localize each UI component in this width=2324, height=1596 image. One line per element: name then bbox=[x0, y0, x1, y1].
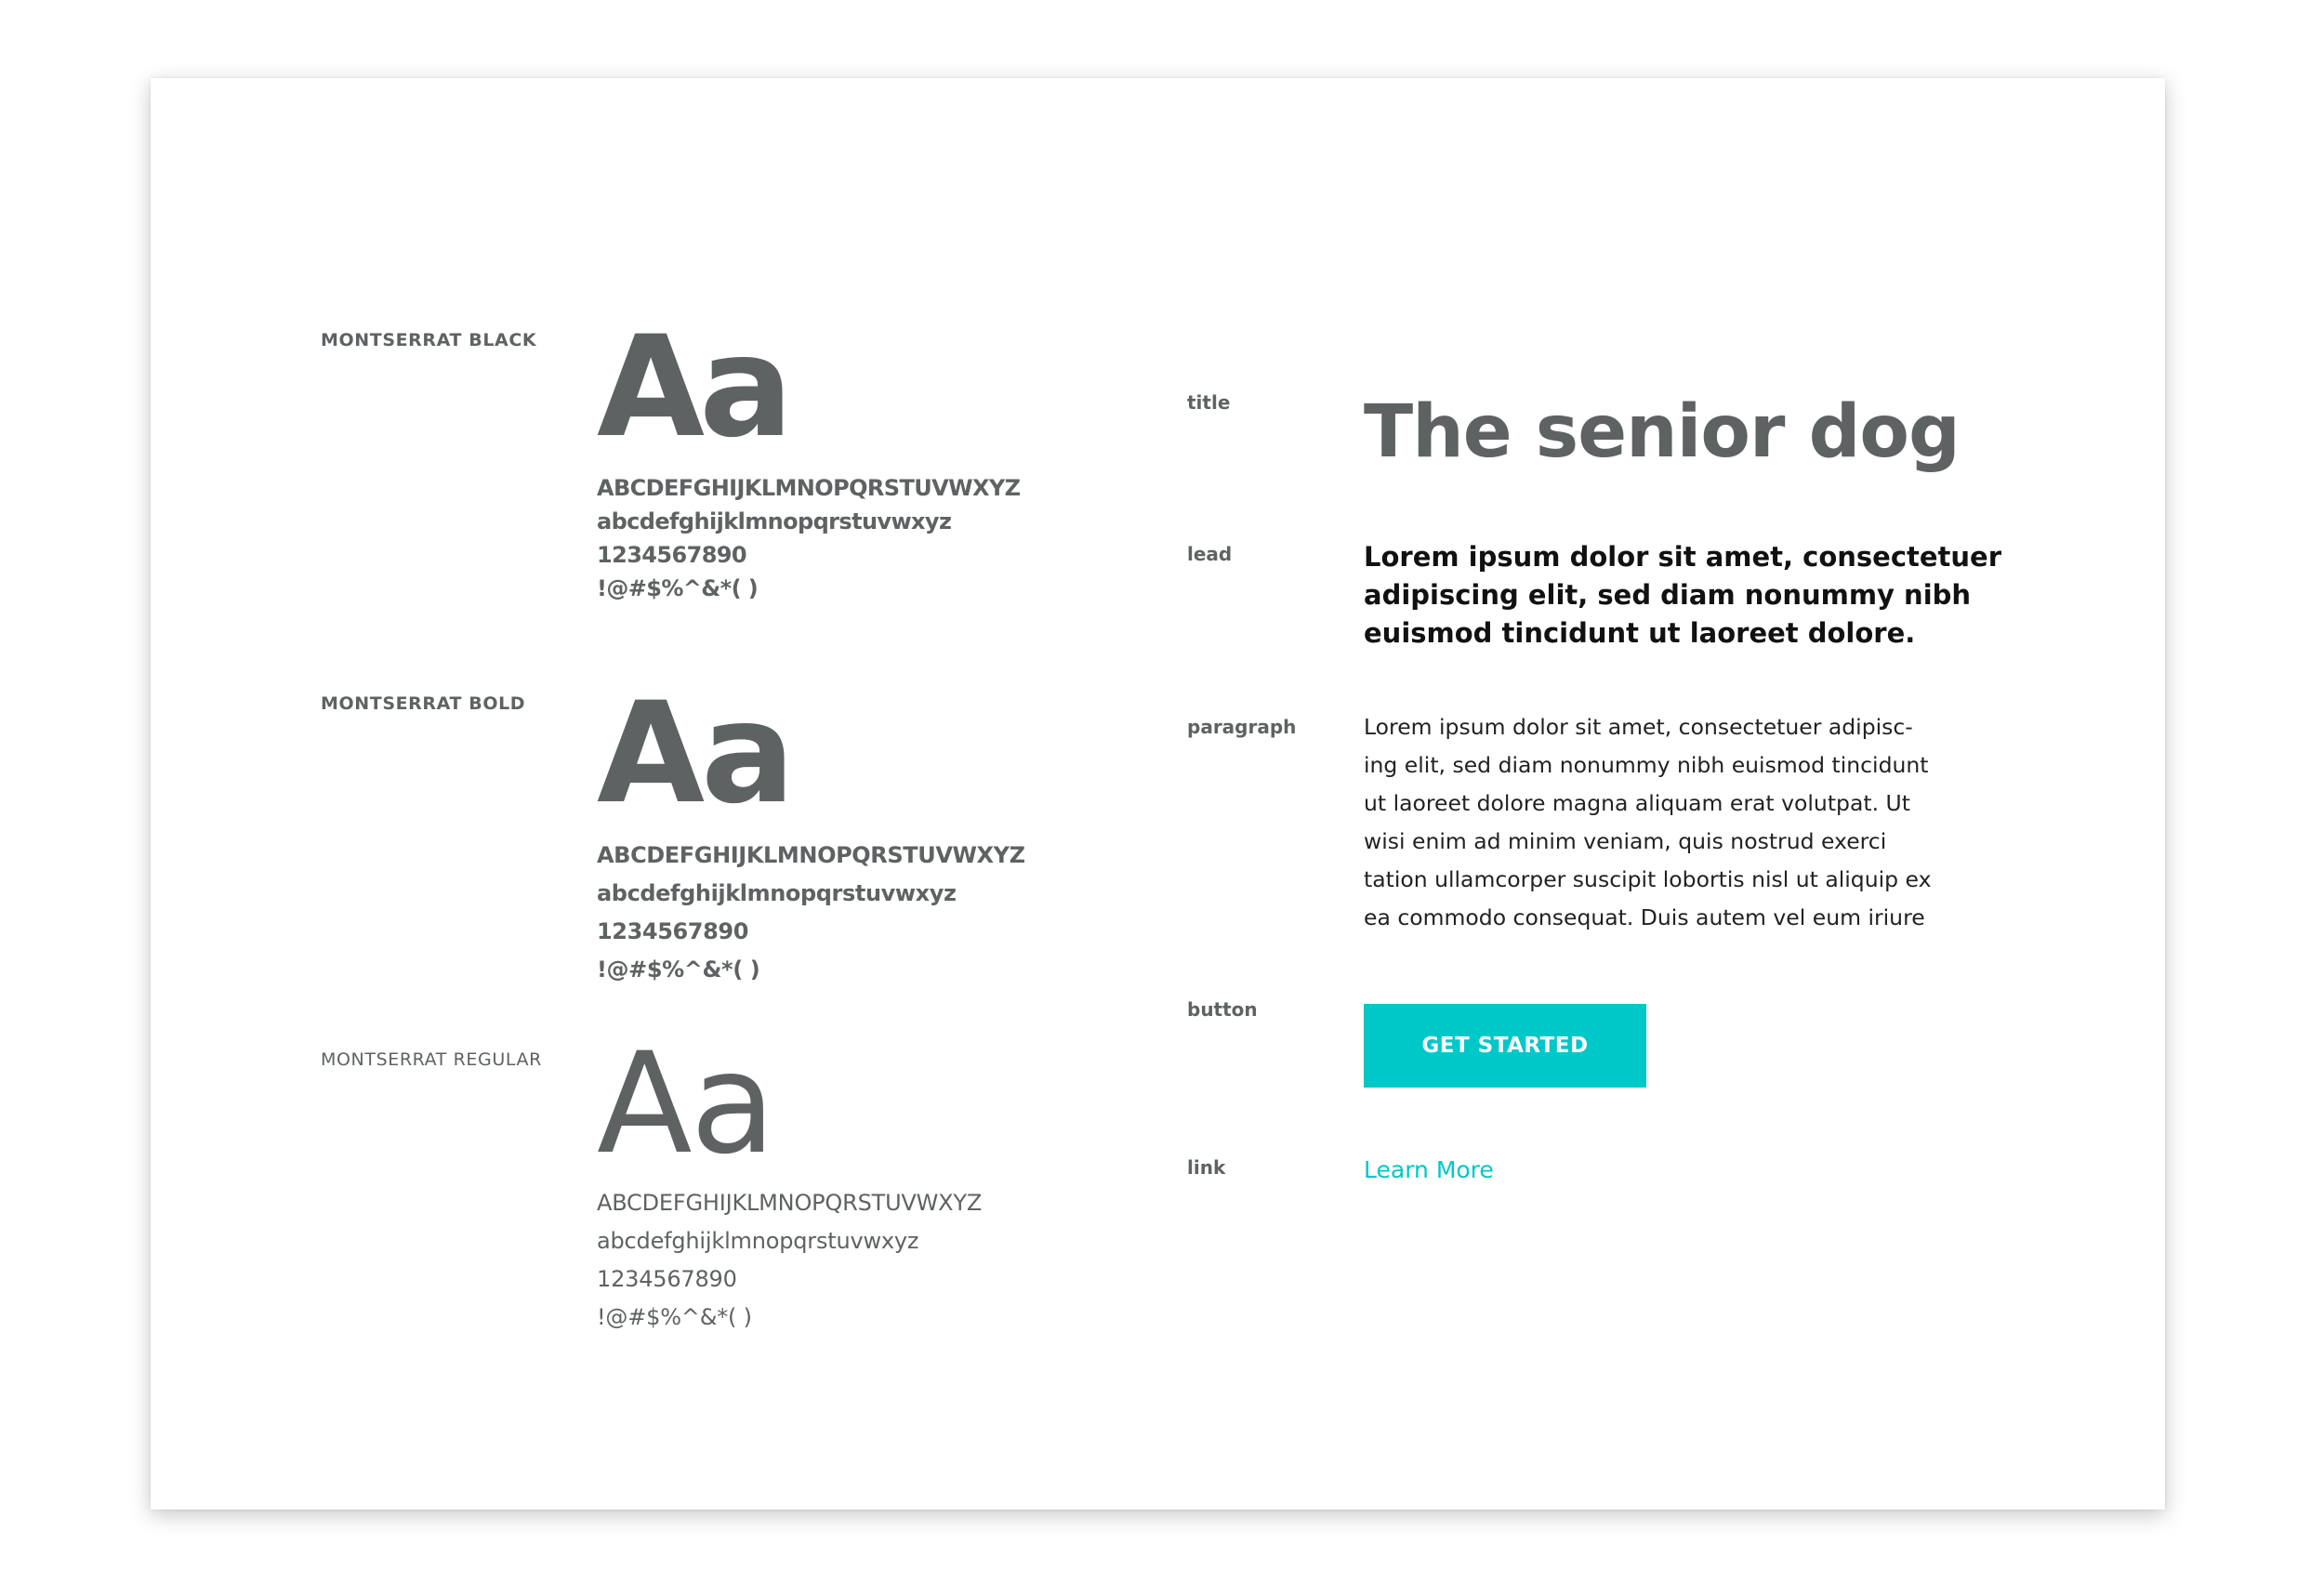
style-label-paragraph: paragraph bbox=[1187, 716, 1297, 738]
paragraph-sample: Lorem ipsum dolor sit amet, consectetuer… bbox=[1364, 708, 2033, 937]
style-label-link: link bbox=[1187, 1156, 1226, 1179]
font-label-regular: MONTSERRAT REGULAR bbox=[321, 1049, 542, 1070]
get-started-button[interactable]: GET STARTED bbox=[1364, 1004, 1646, 1088]
title-sample: The senior dog bbox=[1364, 390, 1961, 474]
learn-more-link[interactable]: Learn More bbox=[1364, 1156, 1494, 1183]
font-sample-black: Aa bbox=[597, 307, 793, 468]
paragraph-line: ing elit, sed diam nonummy nibh euismod … bbox=[1364, 752, 1929, 778]
charset-black-digits: 1234567890 bbox=[597, 542, 747, 568]
charset-regular-symbols: !@#$%^&*( ) bbox=[597, 1304, 752, 1330]
charset-regular-uppercase: ABCDEFGHIJKLMNOPQRSTUVWXYZ bbox=[597, 1190, 983, 1216]
paragraph-line: ut laoreet dolore magna aliquam erat vol… bbox=[1364, 790, 1910, 816]
paragraph-line: wisi enim ad minim veniam, quis nostrud … bbox=[1364, 828, 1887, 854]
charset-black: ABCDEFGHIJKLMNOPQRSTUVWXYZ abcdefghijklm… bbox=[597, 471, 1021, 605]
charset-regular-digits: 1234567890 bbox=[597, 1266, 737, 1292]
lead-sample: Lorem ipsum dolor sit amet, consectetuer… bbox=[1364, 541, 2002, 649]
paragraph-line: tation ullamcorper suscipit lobortis nis… bbox=[1364, 866, 1932, 892]
charset-black-uppercase: ABCDEFGHIJKLMNOPQRSTUVWXYZ bbox=[597, 475, 1021, 501]
charset-bold-symbols: !@#$%^&*( ) bbox=[597, 956, 760, 983]
style-label-lead: lead bbox=[1187, 543, 1233, 565]
style-label-title: title bbox=[1187, 391, 1231, 414]
paragraph-line: Lorem ipsum dolor sit amet, consectetuer… bbox=[1364, 714, 1913, 740]
charset-black-symbols: !@#$%^&*( ) bbox=[597, 575, 759, 601]
style-label-button: button bbox=[1187, 998, 1258, 1021]
charset-bold-lowercase: abcdefghijklmnopqrstuvwxyz bbox=[597, 880, 957, 906]
charset-bold-digits: 1234567890 bbox=[597, 918, 748, 944]
charset-bold: ABCDEFGHIJKLMNOPQRSTUVWXYZ abcdefghijklm… bbox=[597, 837, 1025, 989]
charset-black-lowercase: abcdefghijklmnopqrstuvwxyz bbox=[597, 508, 952, 534]
paragraph-line: ea commodo consequat. Duis autem vel eum… bbox=[1364, 904, 1925, 930]
font-label-bold: MONTSERRAT BOLD bbox=[321, 693, 526, 714]
font-sample-bold: Aa bbox=[597, 673, 795, 835]
typography-card: MONTSERRAT BLACK Aa ABCDEFGHIJKLMNOPQRST… bbox=[151, 78, 2165, 1510]
font-label-black: MONTSERRAT BLACK bbox=[321, 330, 537, 350]
charset-regular-lowercase: abcdefghijklmnopqrstuvwxyz bbox=[597, 1228, 919, 1254]
charset-regular: ABCDEFGHIJKLMNOPQRSTUVWXYZ abcdefghijklm… bbox=[597, 1184, 982, 1337]
charset-bold-uppercase: ABCDEFGHIJKLMNOPQRSTUVWXYZ bbox=[597, 842, 1025, 868]
font-sample-regular: Aa bbox=[597, 1023, 776, 1185]
